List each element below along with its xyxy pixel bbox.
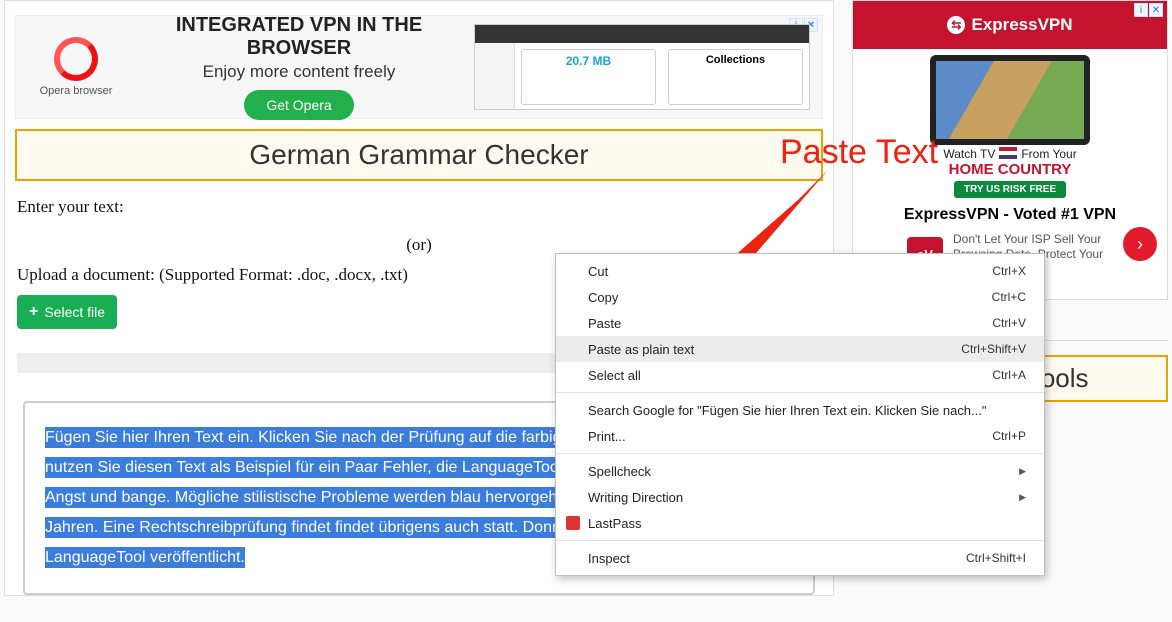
context-menu-item[interactable]: Writing Direction: [556, 484, 1044, 510]
context-menu-label: Inspect: [588, 551, 966, 566]
context-menu-separator: [556, 392, 1044, 393]
context-menu-label: Copy: [588, 290, 992, 305]
lastpass-icon: [566, 516, 580, 530]
context-menu-shortcut: Ctrl+Shift+I: [966, 551, 1026, 565]
vpn-try-button[interactable]: TRY US RISK FREE: [954, 181, 1066, 198]
ad-title: INTEGRATED VPN IN THE BROWSER: [124, 14, 474, 60]
tv-icon: [930, 55, 1090, 145]
vpn-home-country: HOME COUNTRY: [949, 161, 1072, 178]
context-menu-item[interactable]: Spellcheck: [556, 458, 1044, 484]
context-menu-label: Paste: [588, 316, 992, 331]
vpn-headline: ExpressVPN - Voted #1 VPN: [904, 206, 1116, 224]
context-menu-label: Select all: [588, 368, 992, 383]
context-menu[interactable]: CutCtrl+XCopyCtrl+CPasteCtrl+VPaste as p…: [555, 253, 1045, 576]
page-title: German Grammar Checker: [15, 129, 823, 181]
ad-card-collections: Collections: [706, 54, 765, 66]
vpn-brand-bar: ⇆ ExpressVPN: [853, 1, 1167, 49]
annotation-label: Paste Text: [780, 133, 938, 172]
enter-text-label: Enter your text:: [17, 197, 821, 217]
select-file-button[interactable]: + Select file: [17, 295, 117, 329]
or-label: (or): [17, 235, 821, 255]
context-menu-label: Search Google for "Fügen Sie hier Ihren …: [588, 403, 1026, 418]
context-menu-label: LastPass: [588, 516, 1026, 531]
ad-subtitle: Enjoy more content freely: [124, 62, 474, 82]
plus-icon: +: [29, 303, 38, 321]
context-menu-shortcut: Ctrl+V: [992, 316, 1026, 330]
ad-card-size: 20.7 MB: [526, 54, 651, 68]
context-menu-item[interactable]: PasteCtrl+V: [556, 310, 1044, 336]
context-menu-item[interactable]: Paste as plain textCtrl+Shift+V: [556, 336, 1044, 362]
context-menu-label: Paste as plain text: [588, 342, 961, 357]
context-menu-separator: [556, 453, 1044, 454]
opera-logo-label: Opera browser: [40, 85, 113, 97]
ad-cta-button[interactable]: Get Opera: [244, 90, 353, 120]
vpn-brand: ExpressVPN: [971, 15, 1072, 35]
context-menu-item[interactable]: Print...Ctrl+P: [556, 423, 1044, 449]
context-menu-shortcut: Ctrl+A: [992, 368, 1026, 382]
context-menu-label: Writing Direction: [588, 490, 1011, 505]
context-menu-item[interactable]: Select allCtrl+A: [556, 362, 1044, 388]
context-menu-separator: [556, 540, 1044, 541]
context-menu-item[interactable]: CopyCtrl+C: [556, 284, 1044, 310]
context-menu-label: Cut: [588, 264, 992, 279]
flag-icon: [999, 147, 1017, 159]
context-menu-label: Spellcheck: [588, 464, 1011, 479]
ad-banner-opera[interactable]: i✕ Opera browser INTEGRATED VPN IN THE B…: [15, 15, 823, 119]
vpn-logo-icon: ⇆: [947, 16, 965, 34]
opera-icon: [54, 37, 98, 81]
context-menu-item[interactable]: CutCtrl+X: [556, 258, 1044, 284]
context-menu-shortcut: Ctrl+Shift+V: [961, 342, 1026, 356]
chevron-right-icon[interactable]: ›: [1123, 227, 1157, 261]
context-menu-shortcut: Ctrl+P: [992, 429, 1026, 443]
adchoices-badge[interactable]: i✕: [1134, 3, 1163, 17]
select-file-label: Select file: [44, 304, 105, 320]
vpn-watch-b: From Your: [1021, 147, 1076, 161]
context-menu-label: Print...: [588, 429, 992, 444]
context-menu-shortcut: Ctrl+C: [992, 290, 1026, 304]
vpn-watch-a: Watch TV: [943, 147, 995, 161]
context-menu-item[interactable]: Search Google for "Fügen Sie hier Ihren …: [556, 397, 1044, 423]
context-menu-item[interactable]: InspectCtrl+Shift+I: [556, 545, 1044, 571]
ad-screenshot: 20.7 MB Collections: [474, 24, 810, 110]
opera-logo: Opera browser: [28, 37, 124, 97]
context-menu-shortcut: Ctrl+X: [992, 264, 1026, 278]
context-menu-item[interactable]: LastPass: [556, 510, 1044, 536]
